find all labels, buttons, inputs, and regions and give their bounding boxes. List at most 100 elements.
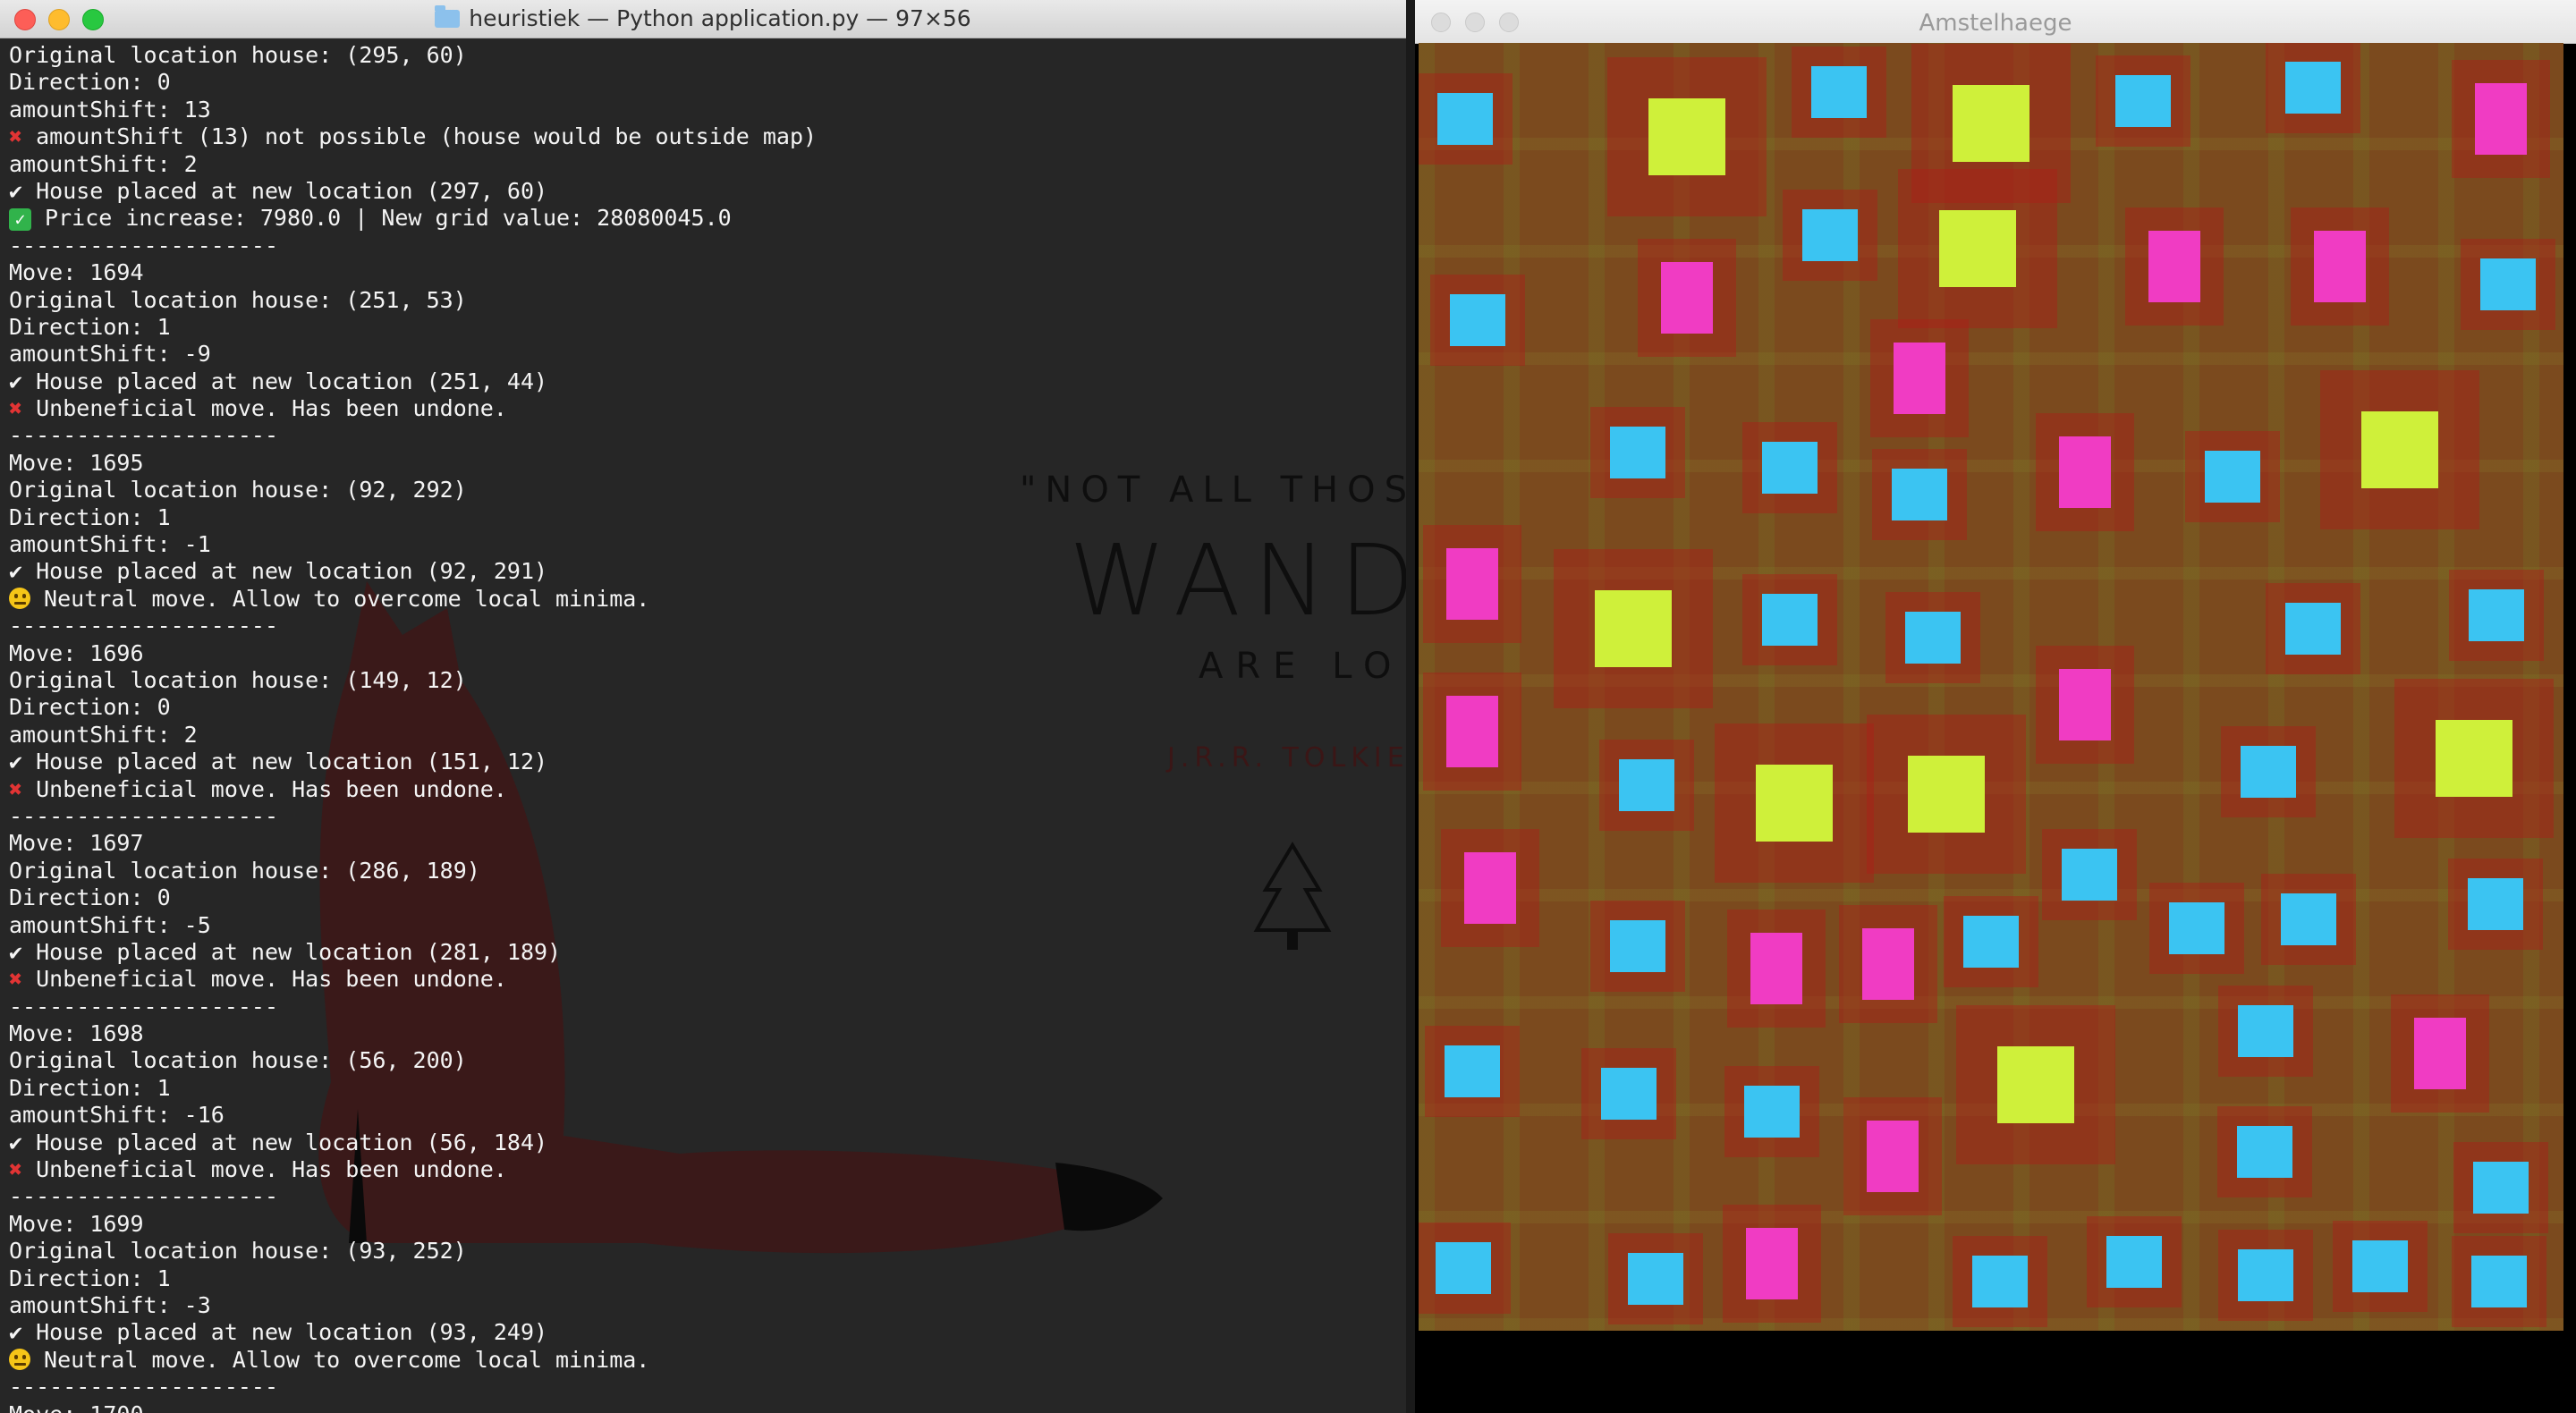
- terminal-line: ✔ House placed at new location (93, 249): [9, 1319, 817, 1346]
- terminal-line: ✔ House placed at new location (251, 44): [9, 368, 817, 395]
- terminal-line: Original location house: (149, 12): [9, 667, 817, 694]
- terminal-line-text: Move: 1699: [9, 1210, 144, 1237]
- terminal-line-text: ✔ House placed at new location (297, 60): [9, 177, 548, 204]
- small-house: [1972, 1256, 2028, 1307]
- small-house: [2281, 893, 2336, 945]
- terminal-line: Direction: 1: [9, 1265, 817, 1292]
- terminal-line-text: Original location house: (92, 292): [9, 477, 467, 503]
- terminal-line: amountShift: 13: [9, 97, 817, 123]
- terminal-line-text: ✔ House placed at new location (251, 44): [9, 368, 548, 394]
- terminal-line-text: amountShift (13) not possible (house wou…: [22, 123, 818, 150]
- terminal-line-text: Price increase: 7980.0 | New grid value:…: [31, 205, 732, 232]
- medium-house: [2414, 1018, 2466, 1089]
- small-house: [1619, 759, 1674, 811]
- small-house: [2238, 1249, 2293, 1301]
- medium-house: [2059, 436, 2111, 508]
- terminal-line: --------------------: [9, 994, 817, 1020]
- amstelhaege-titlebar[interactable]: Amstelhaege: [1415, 0, 2576, 44]
- small-house: [1963, 916, 2019, 968]
- cross-icon: ✖: [9, 1156, 23, 1183]
- terminal-line-text: ✔ House placed at new location (56, 184): [9, 1129, 548, 1155]
- large-house: [1908, 756, 1985, 833]
- large-house: [1953, 85, 2029, 162]
- small-house: [1437, 93, 1493, 145]
- medium-house: [1746, 1228, 1798, 1299]
- checkmark-icon: ✓: [9, 208, 31, 232]
- neighbourhood-map: [1419, 43, 2563, 1331]
- terminal-line: Move: 1695: [9, 450, 817, 477]
- medium-house: [2314, 231, 2366, 302]
- small-house: [2238, 1005, 2293, 1057]
- terminal-line: Direction: 0: [9, 69, 817, 96]
- quote-line-1: "NOT ALL THOSE: [1020, 470, 1406, 511]
- terminal-line: Direction: 1: [9, 314, 817, 341]
- medium-house: [2059, 669, 2111, 740]
- terminal-line-text: Direction: 0: [9, 694, 171, 721]
- terminal-line-text: amountShift: -9: [9, 341, 211, 368]
- small-house: [1445, 1045, 1500, 1097]
- terminal-line-text: --------------------: [9, 1374, 279, 1400]
- terminal-title: heuristiek — Python application.py — 97×…: [0, 0, 1406, 38]
- terminal-line: Neutral move. Allow to overcome local mi…: [9, 586, 817, 613]
- terminal-line-text: Unbeneficial move. Has been undone.: [22, 1156, 507, 1183]
- terminal-line-text: Neutral move. Allow to overcome local mi…: [30, 585, 650, 612]
- terminal-line: Original location house: (92, 292): [9, 477, 817, 503]
- terminal-line: amountShift: 2: [9, 722, 817, 749]
- terminal-line: amountShift: -16: [9, 1102, 817, 1129]
- medium-house: [1862, 928, 1914, 1000]
- medium-house: [1464, 852, 1516, 924]
- quote-line-2: WANDE: [1069, 523, 1406, 638]
- terminal-line: ✖ Unbeneficial move. Has been undone.: [9, 1156, 817, 1183]
- terminal-line-text: Direction: 1: [9, 313, 171, 340]
- terminal-line: ✔ House placed at new location (297, 60): [9, 178, 817, 205]
- terminal-line: amountShift: -5: [9, 912, 817, 939]
- terminal-line-text: ✔ House placed at new location (93, 249): [9, 1319, 548, 1346]
- small-house: [2480, 258, 2536, 310]
- terminal-window[interactable]: "NOT ALL THOSE WANDE ARE LOST J.R.R. TOL…: [0, 0, 1406, 1413]
- large-house: [2436, 720, 2512, 797]
- small-house: [1610, 427, 1665, 478]
- terminal-line: Direction: 1: [9, 504, 817, 531]
- terminal-line-text: amountShift: 2: [9, 150, 198, 177]
- terminal-line-text: --------------------: [9, 1183, 279, 1210]
- medium-house: [1867, 1121, 1919, 1192]
- terminal-line: Original location house: (56, 200): [9, 1047, 817, 1074]
- small-house: [2285, 62, 2341, 114]
- amstelhaege-window[interactable]: Amstelhaege: [1415, 0, 2576, 1413]
- terminal-line: Neutral move. Allow to overcome local mi…: [9, 1347, 817, 1374]
- small-house: [1610, 920, 1665, 972]
- small-house: [2169, 902, 2224, 954]
- terminal-line: ✖ Unbeneficial move. Has been undone.: [9, 395, 817, 422]
- map-empty-area: [1415, 1331, 2576, 1413]
- large-house: [2361, 411, 2438, 488]
- small-house: [2352, 1240, 2408, 1292]
- small-house: [2471, 1256, 2527, 1307]
- cross-icon: ✖: [9, 966, 23, 993]
- quote-author: J.R.R. TOLKIEN: [1167, 742, 1406, 774]
- terminal-line: --------------------: [9, 422, 817, 449]
- medium-house: [1661, 262, 1713, 334]
- terminal-line-text: amountShift: -5: [9, 911, 211, 938]
- terminal-line: Move: 1697: [9, 830, 817, 857]
- terminal-line: Move: 1700: [9, 1401, 817, 1413]
- small-house: [1601, 1068, 1657, 1120]
- small-house: [1762, 442, 1818, 494]
- terminal-titlebar[interactable]: heuristiek — Python application.py — 97×…: [0, 0, 1406, 38]
- terminal-line-text: ✔ House placed at new location (92, 291): [9, 558, 548, 585]
- medium-house: [1894, 343, 1945, 414]
- terminal-line: Move: 1696: [9, 640, 817, 667]
- terminal-line: Direction: 0: [9, 884, 817, 911]
- terminal-line-text: Move: 1695: [9, 449, 144, 476]
- terminal-line-text: Original location house: (93, 252): [9, 1238, 467, 1265]
- terminal-output[interactable]: Original location house: (295, 60) Direct…: [9, 42, 817, 1413]
- quote-line-3: ARE LOST: [1199, 646, 1406, 687]
- neutral-face-icon: [9, 587, 30, 609]
- terminal-line: ✓ Price increase: 7980.0 | New grid valu…: [9, 205, 817, 232]
- large-house: [1939, 210, 2016, 287]
- terminal-line: Move: 1698: [9, 1020, 817, 1047]
- terminal-line-text: Original location house: (149, 12): [9, 666, 467, 693]
- terminal-line: --------------------: [9, 803, 817, 830]
- small-house: [1905, 612, 1961, 664]
- small-house: [1436, 1242, 1491, 1294]
- small-house: [1628, 1253, 1683, 1305]
